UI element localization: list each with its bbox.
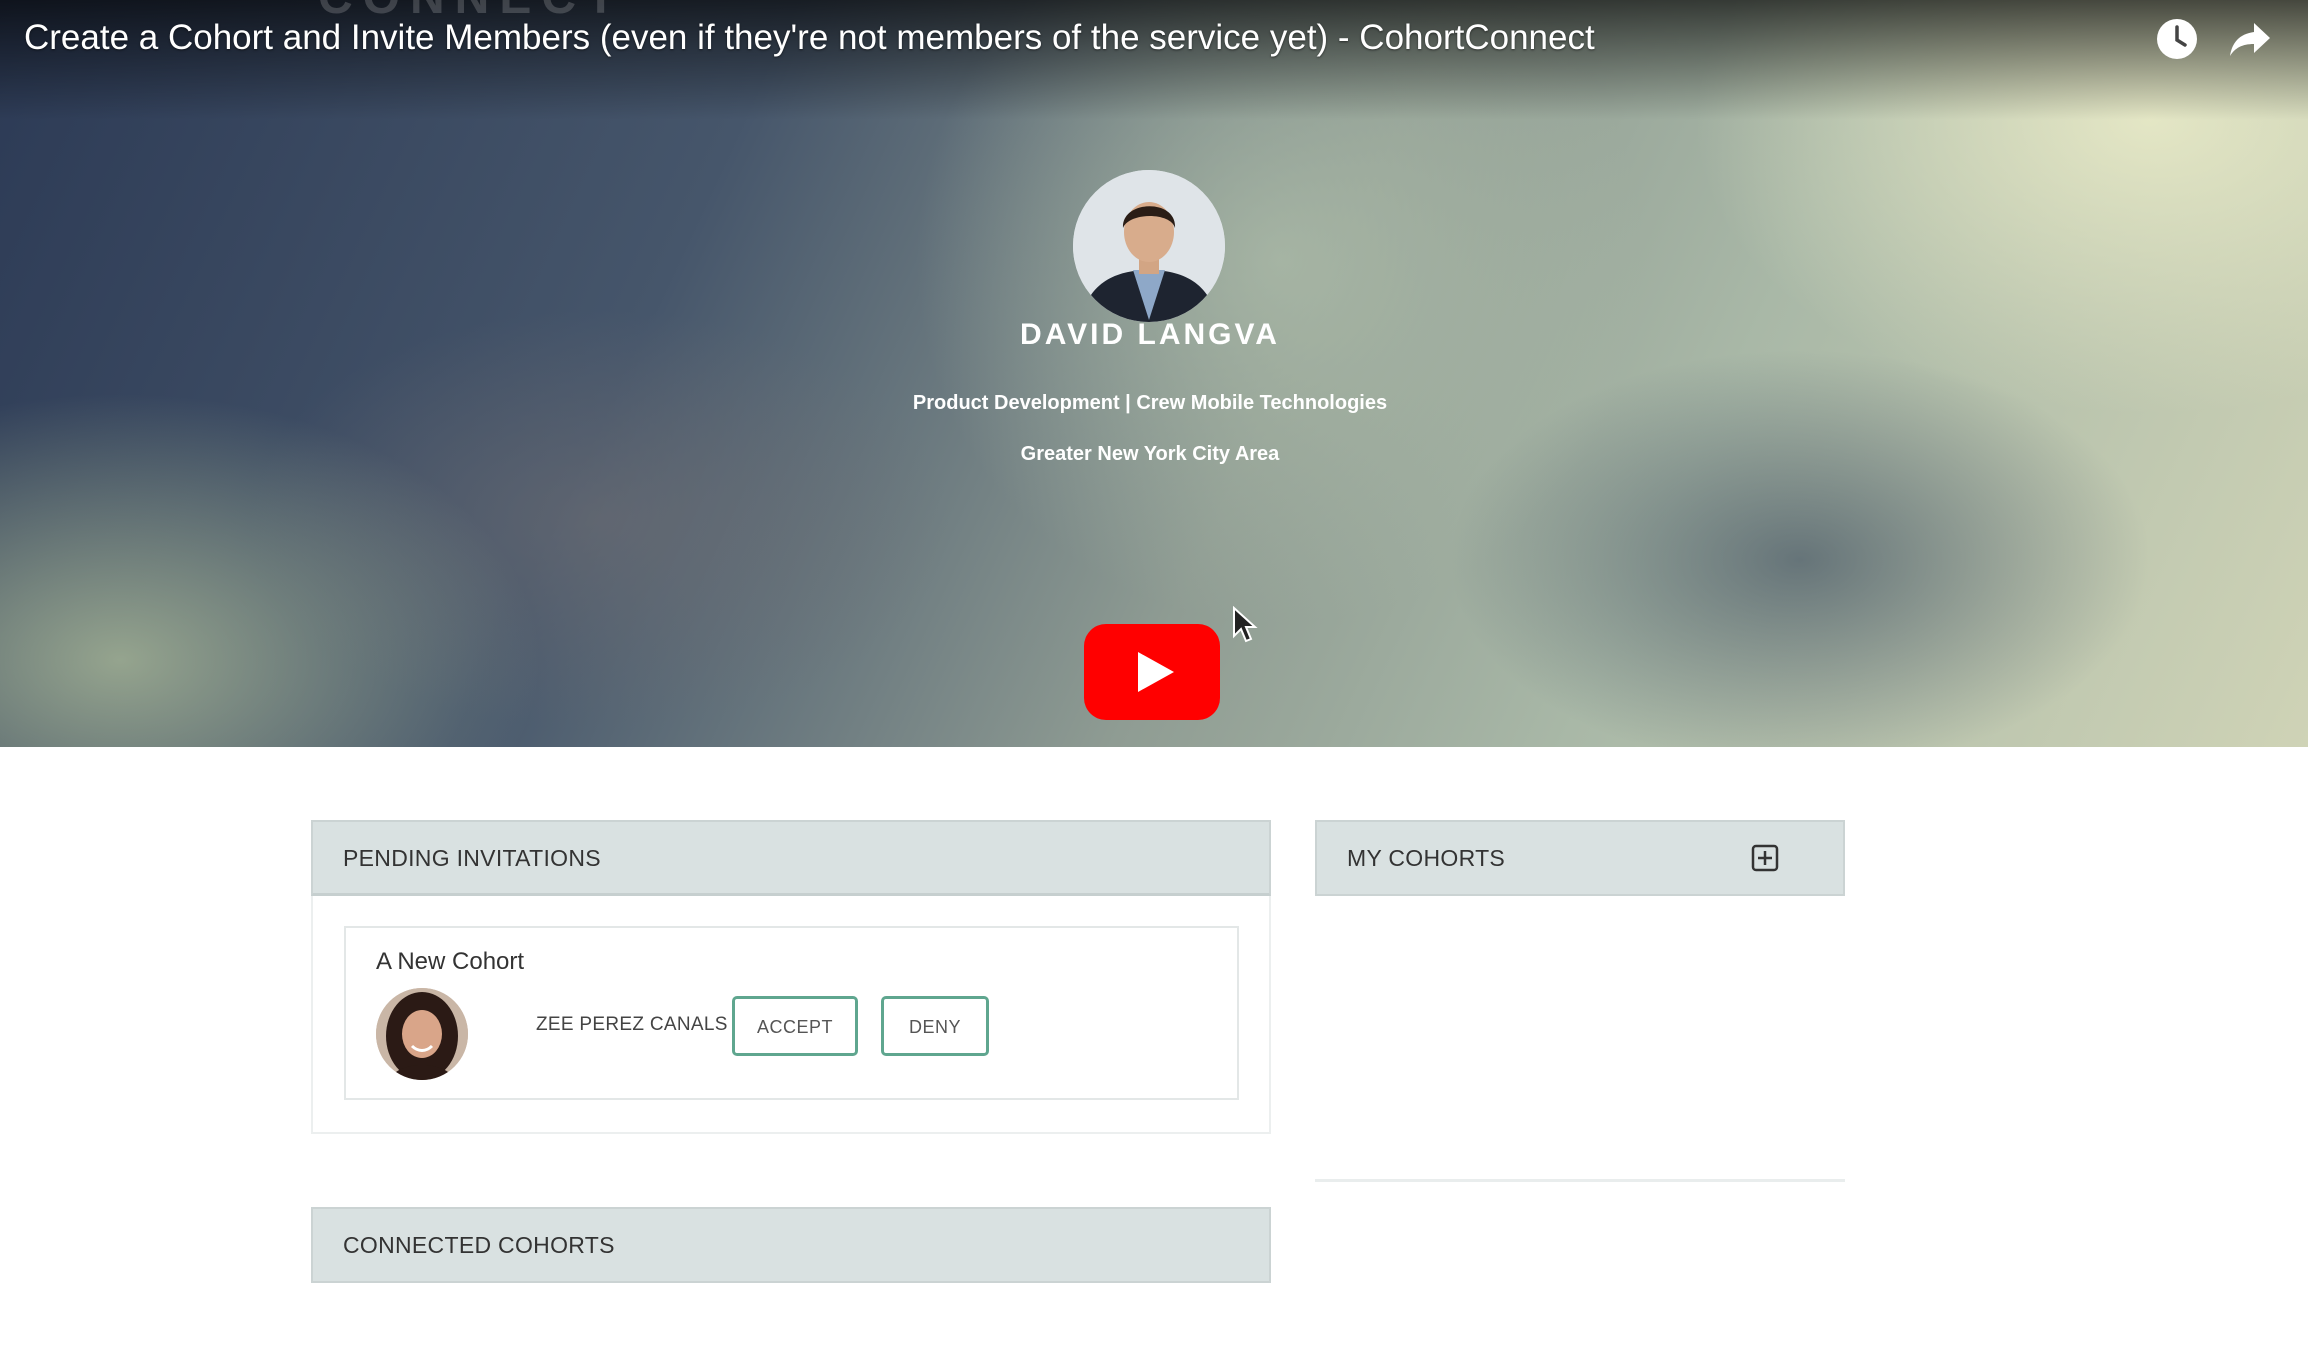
profile-name: DAVID LANGVA bbox=[1020, 318, 1280, 351]
clock-icon[interactable] bbox=[2155, 17, 2199, 61]
pending-invitations-header: PENDING INVITATIONS bbox=[311, 820, 1271, 896]
connected-cohorts-title: CONNECTED COHORTS bbox=[343, 1232, 615, 1258]
pending-invitations-title: PENDING INVITATIONS bbox=[343, 845, 601, 871]
connected-cohorts-header: CONNECTED COHORTS bbox=[311, 1207, 1271, 1283]
inviter-avatar bbox=[376, 988, 468, 1080]
video-player[interactable]: CONNECT Create a Cohort and Invite Membe… bbox=[0, 0, 2308, 747]
accept-button[interactable]: ACCEPT bbox=[732, 996, 858, 1056]
invitation-card: A New Cohort ZEE PEREZ CANALS ACCEPT DEN… bbox=[344, 926, 1239, 1100]
inviter-name: ZEE PEREZ CANALS bbox=[536, 1014, 728, 1035]
mouse-cursor-icon bbox=[1232, 605, 1258, 644]
invitation-cohort-name: A New Cohort bbox=[376, 948, 525, 975]
deny-button[interactable]: DENY bbox=[881, 996, 989, 1056]
video-title[interactable]: Create a Cohort and Invite Members (even… bbox=[24, 18, 1595, 58]
profile-role: Product Development | Crew Mobile Techno… bbox=[912, 392, 1388, 414]
my-cohorts-divider bbox=[1315, 1179, 1845, 1182]
my-cohorts-header: MY COHORTS bbox=[1315, 820, 1845, 896]
my-cohorts-title: MY COHORTS bbox=[1347, 845, 1506, 871]
pending-invitations-panel: A New Cohort ZEE PEREZ CANALS ACCEPT DEN… bbox=[311, 896, 1271, 1134]
profile-location: Greater New York City Area bbox=[1020, 443, 1280, 465]
share-arrow-icon[interactable] bbox=[2228, 19, 2272, 59]
profile-avatar bbox=[1073, 170, 1225, 322]
plus-square-icon[interactable] bbox=[1750, 843, 1780, 873]
youtube-play-icon[interactable] bbox=[1084, 624, 1220, 720]
